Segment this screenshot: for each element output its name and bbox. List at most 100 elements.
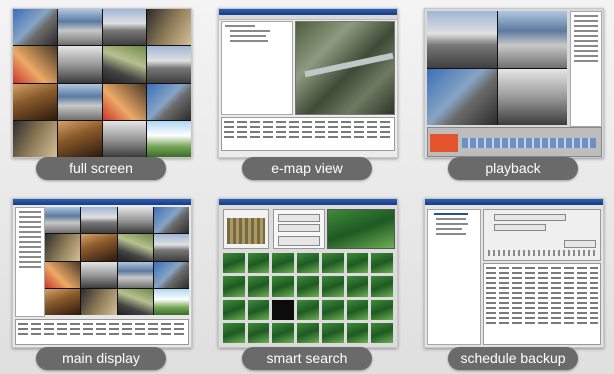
result-thumb[interactable] [272, 276, 295, 297]
result-thumb[interactable] [371, 253, 393, 274]
result-thumb[interactable] [346, 276, 369, 297]
camera-tile [13, 9, 57, 46]
camera-tile [57, 83, 102, 120]
panel-playback[interactable]: playback [420, 4, 606, 180]
result-thumb[interactable] [247, 322, 270, 343]
camera-tile [153, 207, 189, 234]
result-thumb[interactable] [346, 322, 369, 343]
result-thumb[interactable] [223, 276, 245, 297]
label-pill: full screen [36, 157, 166, 180]
result-thumb[interactable] [297, 322, 319, 343]
map-road [304, 52, 394, 78]
camera-tile [81, 234, 117, 261]
result-thumb[interactable] [272, 253, 295, 274]
setting-field[interactable] [494, 224, 546, 231]
camera-tile [147, 120, 191, 157]
camera-tile [57, 46, 102, 83]
panel-main-display[interactable]: main display [8, 194, 194, 370]
camera-tile [102, 83, 147, 120]
smart-search-screenshot [218, 198, 398, 348]
result-thumb[interactable] [371, 322, 393, 343]
label-pill: smart search [242, 347, 372, 370]
label-pill: main display [36, 347, 166, 370]
result-thumb[interactable] [223, 299, 245, 320]
result-thumbnails [223, 253, 393, 343]
full-screen-screenshot [12, 8, 192, 158]
camera-tile [81, 288, 117, 315]
e-map-screenshot [218, 8, 398, 158]
camera-tile [13, 83, 57, 120]
camera-tile [153, 234, 189, 261]
camera-tile [147, 9, 191, 46]
panel-smart-search[interactable]: smart search [214, 194, 400, 370]
satellite-map[interactable] [295, 21, 395, 115]
camera-tile [45, 261, 81, 288]
timeline-track[interactable] [462, 138, 596, 148]
device-tree [221, 21, 293, 115]
result-thumb[interactable] [272, 299, 295, 320]
preview-image [327, 209, 395, 249]
camera-grid [13, 9, 191, 157]
camera-tile [102, 9, 147, 46]
event-table [221, 117, 395, 151]
status-table [15, 319, 189, 345]
camera-tile [102, 46, 147, 83]
result-thumb[interactable] [321, 276, 344, 297]
panel-full-screen[interactable]: full screen [8, 4, 194, 180]
panel-schedule-backup[interactable]: schedule backup [420, 194, 606, 370]
option-field[interactable] [278, 214, 320, 222]
label-pill: e-map view [242, 157, 372, 180]
panel-e-map-view[interactable]: e-map view [214, 4, 400, 180]
result-thumb[interactable] [223, 322, 245, 343]
window-titlebar [219, 199, 397, 205]
camera-tile [13, 120, 57, 157]
option-field[interactable] [278, 224, 320, 232]
result-thumb[interactable] [272, 322, 295, 343]
setting-button[interactable] [564, 240, 596, 248]
result-thumb[interactable] [297, 253, 319, 274]
camera-tile [497, 68, 567, 125]
camera-list [15, 207, 45, 317]
schedule-table[interactable] [483, 263, 601, 345]
label-pill: playback [448, 157, 578, 180]
result-thumb[interactable] [321, 322, 344, 343]
result-thumb[interactable] [223, 253, 245, 274]
label-pill: schedule backup [448, 347, 578, 370]
search-region-box[interactable] [223, 209, 269, 249]
camera-tile [147, 83, 191, 120]
result-thumb[interactable] [321, 299, 344, 320]
timeline-panel[interactable] [427, 127, 602, 157]
camera-tile [427, 11, 497, 68]
result-thumb[interactable] [247, 276, 270, 297]
backup-settings[interactable] [483, 209, 601, 261]
search-options[interactable] [273, 209, 325, 249]
schedule-backup-screenshot [424, 198, 604, 348]
schedule-hours[interactable] [488, 250, 596, 256]
camera-tile [427, 68, 497, 125]
camera-tile [497, 11, 567, 68]
result-thumb[interactable] [247, 253, 270, 274]
camera-grid [45, 207, 189, 315]
main-display-screenshot [12, 198, 192, 348]
result-thumb[interactable] [371, 299, 393, 320]
result-thumb[interactable] [321, 253, 344, 274]
camera-tile [153, 261, 189, 288]
motion-grid[interactable] [227, 218, 265, 244]
timeline-recording-block [430, 134, 458, 152]
camera-tile [117, 261, 153, 288]
camera-tile [57, 9, 102, 46]
result-thumb[interactable] [247, 299, 270, 320]
result-thumb[interactable] [346, 299, 369, 320]
result-thumb[interactable] [297, 276, 319, 297]
window-menubar [219, 15, 397, 20]
result-thumb[interactable] [346, 253, 369, 274]
result-thumb[interactable] [371, 276, 393, 297]
path-field[interactable] [494, 214, 566, 221]
search-button[interactable] [278, 236, 320, 246]
device-tree [427, 209, 481, 345]
playback-grid [427, 11, 567, 125]
camera-tile [81, 207, 117, 234]
feature-collage: full screen e-map view playback main dis… [0, 0, 614, 374]
camera-tile [117, 207, 153, 234]
result-thumb[interactable] [297, 299, 319, 320]
